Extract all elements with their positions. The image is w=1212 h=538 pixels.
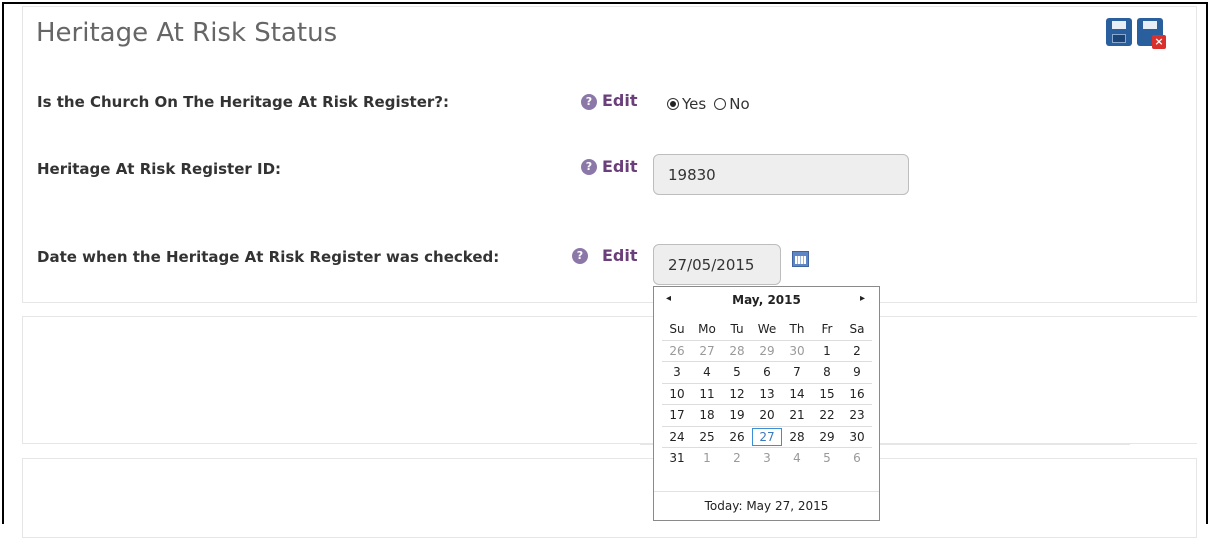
- day-cell[interactable]: 4: [692, 364, 722, 380]
- help-icon[interactable]: ?: [572, 248, 588, 264]
- day-cell[interactable]: 12: [722, 386, 752, 402]
- register-id-field[interactable]: 19830: [653, 154, 909, 195]
- weekday-label: Su: [669, 322, 685, 337]
- day-cell[interactable]: 1: [692, 450, 722, 466]
- day-cell[interactable]: 31: [662, 450, 692, 466]
- day-cell[interactable]: 25: [692, 429, 722, 445]
- day-cell[interactable]: 11: [692, 386, 722, 402]
- day-cell[interactable]: 7: [782, 364, 812, 380]
- datepicker-title: May, 2015: [732, 293, 801, 307]
- header-actions: ×: [1106, 18, 1166, 49]
- day-cell[interactable]: 6: [842, 450, 872, 466]
- week-row: 17 18 19 20 21 22 23: [662, 406, 872, 425]
- day-cell[interactable]: 3: [662, 364, 692, 380]
- day-cell[interactable]: 20: [752, 407, 782, 423]
- day-cell[interactable]: 22: [812, 407, 842, 423]
- on-register-label: Is the Church On The Heritage At Risk Re…: [37, 93, 449, 111]
- day-cell[interactable]: 28: [722, 343, 752, 359]
- day-cell[interactable]: 27: [692, 343, 722, 359]
- week-divider: [662, 382, 872, 384]
- section-title: Heritage At Risk Status: [36, 18, 338, 48]
- day-cell[interactable]: 3: [752, 450, 782, 466]
- day-cell[interactable]: 6: [752, 364, 782, 380]
- day-cell[interactable]: 29: [752, 343, 782, 359]
- day-cell[interactable]: 27: [752, 427, 782, 446]
- weekday-label: We: [757, 322, 777, 337]
- weekday-label: Sa: [849, 322, 865, 337]
- radio-yes-label: Yes: [682, 95, 707, 113]
- help-icon[interactable]: ?: [581, 159, 597, 175]
- radio-no-indicator[interactable]: [714, 98, 727, 110]
- day-cell[interactable]: 5: [812, 450, 842, 466]
- day-cell[interactable]: 24: [662, 429, 692, 445]
- day-cell[interactable]: 14: [782, 386, 812, 402]
- radio-no[interactable]: No: [714, 95, 750, 113]
- date-checked-field[interactable]: 27/05/2015: [653, 244, 781, 285]
- datepicker-header: ◂ May, 2015 ▸: [654, 293, 879, 311]
- day-cell[interactable]: 21: [782, 407, 812, 423]
- day-cell[interactable]: 26: [662, 343, 692, 359]
- weekday-label: Tu: [730, 322, 744, 337]
- help-icon[interactable]: ?: [581, 94, 597, 110]
- week-row: 26 27 28 29 30 1 2: [662, 342, 872, 361]
- empty-panel: [22, 316, 1197, 444]
- next-month-icon[interactable]: ▸: [860, 293, 865, 304]
- save-icon[interactable]: [1106, 18, 1132, 46]
- radio-yes-indicator[interactable]: [667, 98, 679, 110]
- week-divider: [662, 339, 872, 341]
- week-row: 24 25 26 27 28 29 30: [662, 427, 872, 447]
- day-cell[interactable]: 2: [722, 450, 752, 466]
- empty-panel-lower: [22, 458, 1197, 538]
- date-checked-label: Date when the Heritage At Risk Register …: [37, 248, 500, 266]
- day-cell[interactable]: 8: [812, 364, 842, 380]
- day-cell[interactable]: 13: [752, 386, 782, 402]
- weekday-label: Th: [789, 322, 805, 337]
- weekday-row: Su Mo Tu We Th Fr Sa: [662, 320, 872, 339]
- day-cell[interactable]: 10: [662, 386, 692, 402]
- cancel-icon[interactable]: ×: [1137, 18, 1166, 49]
- day-cell[interactable]: 9: [842, 364, 872, 380]
- edit-link[interactable]: Edit: [602, 91, 638, 110]
- week-divider: [662, 425, 872, 427]
- close-icon: ×: [1152, 35, 1166, 49]
- day-cell[interactable]: 4: [782, 450, 812, 466]
- calendar-icon[interactable]: [792, 251, 809, 267]
- week-row: 31 1 2 3 4 5 6: [662, 449, 872, 468]
- weekday-label: Mo: [698, 322, 716, 337]
- day-cell[interactable]: 19: [722, 407, 752, 423]
- day-cell[interactable]: 30: [782, 343, 812, 359]
- datepicker-grid: Su Mo Tu We Th Fr Sa 26 27 28 29 30 1 2 3 4 5 6 7 8 9 10 11 12 1…: [662, 320, 872, 468]
- week-divider: [662, 361, 872, 362]
- week-divider: [662, 447, 872, 448]
- datepicker-popup: ◂ May, 2015 ▸ Su Mo Tu We Th Fr Sa 26 27 28 29 30 1 2…: [653, 286, 880, 521]
- day-cell[interactable]: 2: [842, 343, 872, 359]
- day-cell[interactable]: 30: [842, 429, 872, 445]
- day-cell[interactable]: 15: [812, 386, 842, 402]
- day-cell[interactable]: 28: [782, 429, 812, 445]
- datepicker-today[interactable]: Today: May 27, 2015: [654, 491, 879, 520]
- day-cell[interactable]: 18: [692, 407, 722, 423]
- week-row: 3456789: [662, 363, 872, 382]
- radio-no-label: No: [729, 95, 750, 113]
- edit-link[interactable]: Edit: [602, 246, 638, 265]
- edit-link[interactable]: Edit: [602, 157, 638, 176]
- day-cell[interactable]: 23: [842, 407, 872, 423]
- day-cell[interactable]: 5: [722, 364, 752, 380]
- weekday-label: Fr: [821, 322, 833, 337]
- on-register-radio-group: Yes No: [667, 95, 758, 113]
- day-cell[interactable]: 1: [812, 343, 842, 359]
- day-cell[interactable]: 17: [662, 407, 692, 423]
- day-cell[interactable]: 29: [812, 429, 842, 445]
- day-cell[interactable]: 26: [722, 429, 752, 445]
- day-cell[interactable]: 16: [842, 386, 872, 402]
- week-row: 10 11 12 13 14 15 16: [662, 385, 872, 404]
- register-id-label: Heritage At Risk Register ID:: [37, 160, 282, 178]
- week-divider: [662, 404, 872, 405]
- radio-yes[interactable]: Yes: [667, 95, 706, 113]
